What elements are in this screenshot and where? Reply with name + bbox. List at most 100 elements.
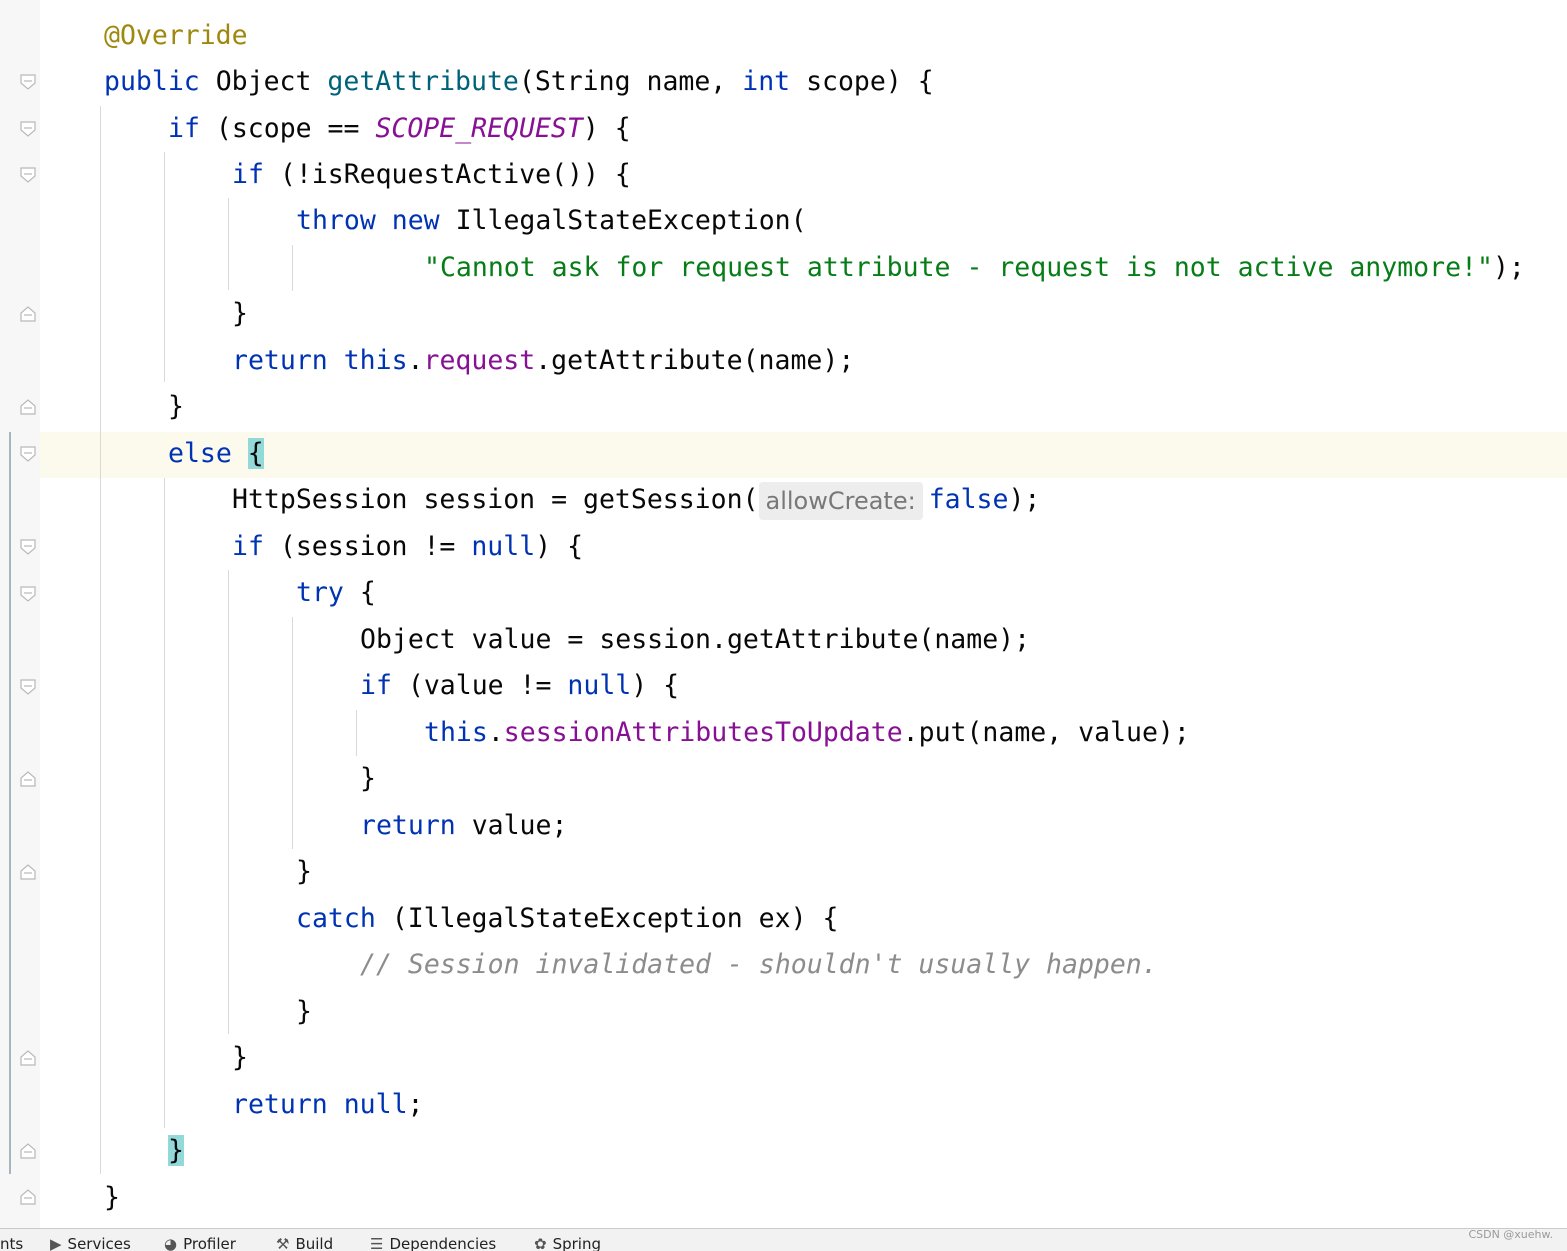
indent-guide (164, 152, 165, 382)
code-text: Object value = session.getAttribute(name… (360, 624, 1031, 655)
fold-collapse-icon[interactable] (19, 73, 37, 91)
code-text: .getAttribute(name); (535, 345, 855, 376)
tool-tab-events[interactable]: nts (0, 1235, 23, 1251)
code-text: (value != (391, 670, 568, 701)
code-text: } (232, 298, 248, 329)
code-text: } (168, 391, 184, 422)
code-line[interactable]: return null; (232, 1082, 424, 1128)
code-text: ) { (535, 531, 584, 562)
services-icon: ▶ (50, 1235, 62, 1251)
code-line[interactable]: public Object getAttribute(String name, … (104, 59, 934, 105)
method-name: getAttribute (327, 66, 519, 97)
code-line[interactable]: } (168, 384, 184, 430)
code-text: } (296, 856, 312, 887)
keyword: return (232, 1089, 328, 1120)
vcs-change-marker[interactable] (9, 432, 11, 1174)
keyword: null (343, 1089, 408, 1120)
keyword: if (232, 159, 264, 190)
keyword: if (360, 670, 392, 701)
code-line[interactable]: } (232, 291, 248, 337)
code-text: { (343, 577, 376, 608)
fold-collapse-icon[interactable] (19, 585, 37, 603)
code-line[interactable]: } (360, 756, 376, 802)
watermark: CSDN @xuehw. (1468, 1228, 1553, 1241)
fold-end-icon[interactable] (19, 863, 37, 881)
code-line[interactable]: HttpSession session = getSession(allowCr… (232, 477, 1040, 523)
code-line[interactable]: } (168, 1128, 184, 1174)
tool-tab-label: Profiler (183, 1235, 236, 1251)
code-text: ; (407, 1089, 424, 1120)
code-text: HttpSession session = getSession( (232, 484, 759, 515)
type-name: Object (215, 66, 312, 97)
matched-brace: { (247, 438, 264, 469)
code-text: ) { (582, 113, 631, 144)
tool-tab-services[interactable]: ▶ Services (50, 1235, 131, 1251)
fold-end-icon[interactable] (19, 305, 37, 323)
code-line[interactable]: } (296, 849, 312, 895)
tool-tab-label: nts (0, 1235, 24, 1251)
code-line[interactable]: catch (IllegalStateException ex) { (296, 896, 838, 942)
keyword: return (232, 345, 328, 376)
code-line[interactable]: // Session invalidated - shouldn't usual… (360, 942, 1158, 988)
code-line[interactable]: return value; (360, 803, 567, 849)
code-line[interactable]: } (104, 1175, 120, 1221)
tool-tab-build[interactable]: ⚒ Build (276, 1235, 333, 1251)
fold-end-icon[interactable] (19, 1188, 37, 1206)
indent-guide (228, 570, 229, 1034)
parameter-hint: allowCreate: (758, 481, 923, 520)
code-text: (scope == (199, 113, 376, 144)
keyword: return (360, 810, 456, 841)
fold-collapse-icon[interactable] (19, 538, 37, 556)
code-line[interactable]: try { (296, 570, 376, 616)
fold-collapse-icon[interactable] (19, 166, 37, 184)
tool-tab-dependencies[interactable]: ☰ Dependencies (370, 1235, 496, 1251)
editor-gutter[interactable] (0, 0, 40, 1230)
fold-end-icon[interactable] (19, 770, 37, 788)
code-text: (!isRequestActive()) { (263, 159, 631, 190)
code-line[interactable]: if (scope == SCOPE_REQUEST) { (168, 106, 631, 152)
code-text: (session != (263, 531, 472, 562)
tool-tab-label: Dependencies (389, 1235, 497, 1251)
keyword: public (104, 66, 200, 97)
code-text: (IllegalStateException ex) { (375, 903, 839, 934)
keyword: this (343, 345, 408, 376)
tool-window-bar: nts ▶ Services ◕ Profiler ⚒ Build ☰ Dependen… (0, 1228, 1567, 1251)
layers-icon: ☰ (370, 1235, 384, 1251)
code-line[interactable]: if (value != null) { (360, 663, 679, 709)
indent-guide (356, 710, 357, 756)
code-line[interactable]: } (232, 1035, 248, 1081)
code-text: . (487, 717, 504, 748)
fold-collapse-icon[interactable] (19, 445, 37, 463)
tool-tab-profiler[interactable]: ◕ Profiler (164, 1235, 236, 1251)
tool-tab-spring[interactable]: ✿ Spring (534, 1235, 601, 1251)
fold-collapse-icon[interactable] (19, 678, 37, 696)
code-line[interactable]: } (296, 989, 312, 1035)
code-line[interactable]: this.sessionAttributesToUpdate.put(name,… (424, 710, 1190, 756)
code-text: } (104, 1182, 120, 1213)
keyword: null (567, 670, 632, 701)
code-line[interactable]: "Cannot ask for request attribute - requ… (424, 245, 1525, 291)
string-literal: "Cannot ask for request attribute - requ… (424, 252, 1493, 283)
code-line[interactable]: if (!isRequestActive()) { (232, 152, 631, 198)
fold-end-icon[interactable] (19, 398, 37, 416)
leaf-icon: ✿ (534, 1235, 547, 1251)
keyword: else (168, 438, 232, 469)
indent-guide (164, 478, 165, 1128)
code-line[interactable]: return this.request.getAttribute(name); (232, 338, 854, 384)
fold-end-icon[interactable] (19, 1049, 37, 1067)
code-line[interactable]: else { (168, 431, 264, 477)
code-text: IllegalStateException( (439, 205, 807, 236)
code-line[interactable]: if (session != null) { (232, 524, 583, 570)
code-line[interactable]: Object value = session.getAttribute(name… (360, 617, 1030, 663)
code-text: } (360, 763, 376, 794)
fold-end-icon[interactable] (19, 1142, 37, 1160)
code-line[interactable]: @Override (104, 13, 248, 59)
fold-collapse-icon[interactable] (19, 120, 37, 138)
code-text: } (232, 1042, 248, 1073)
code-text: ) { (631, 670, 680, 701)
keyword: new (391, 205, 440, 236)
keyword: int (742, 66, 791, 97)
code-line[interactable]: throw new IllegalStateException( (296, 198, 807, 244)
keyword: try (296, 577, 344, 608)
